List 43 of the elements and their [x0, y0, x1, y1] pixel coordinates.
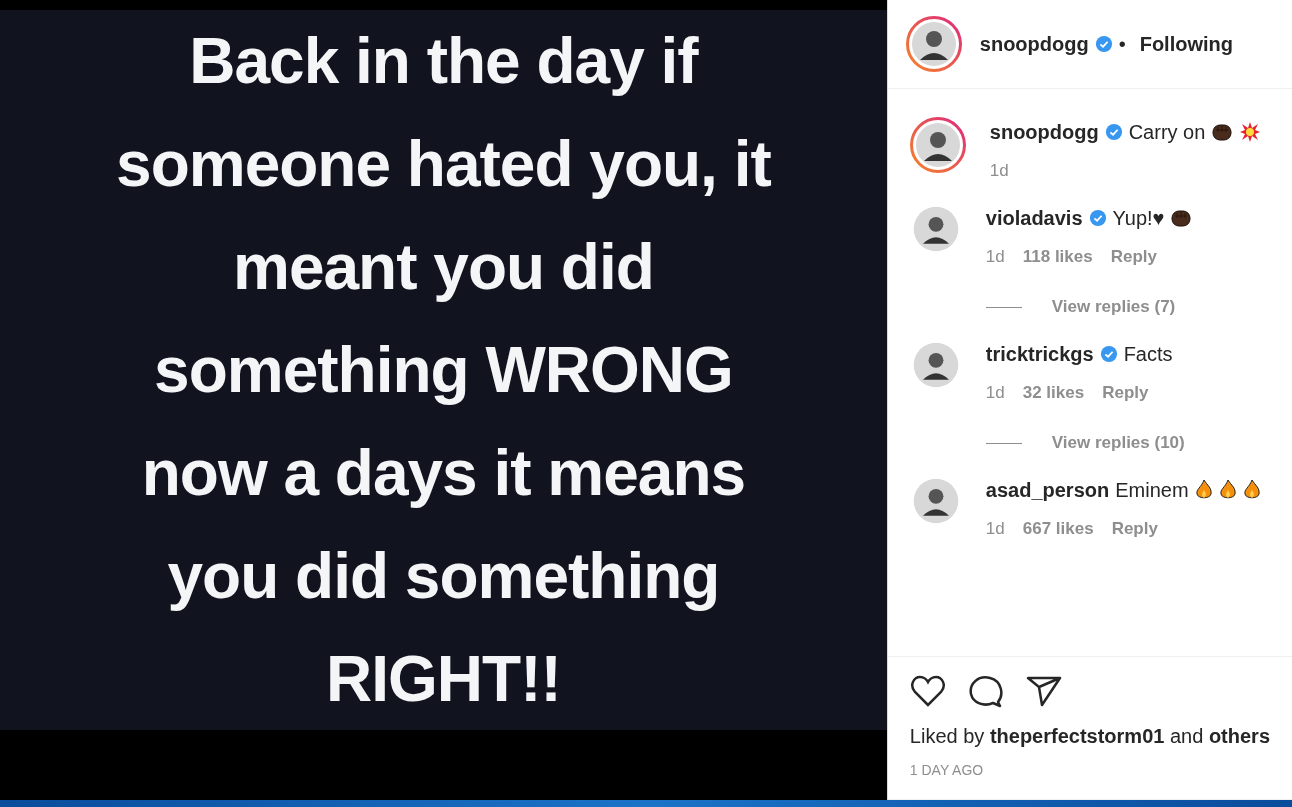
- like-count[interactable]: 32 likes: [1022, 383, 1085, 403]
- like-count[interactable]: 667 likes: [1022, 519, 1094, 539]
- comment-text: Yup!♥: [1112, 206, 1165, 230]
- following-button[interactable]: Following: [1139, 32, 1233, 56]
- explosion-icon: [1239, 121, 1262, 143]
- username[interactable]: tricktrickgs: [985, 342, 1094, 366]
- fire-icon: [1242, 479, 1261, 501]
- username[interactable]: snoopdogg: [989, 120, 1099, 144]
- heart-icon[interactable]: [909, 675, 946, 707]
- view-replies-button[interactable]: View replies (10): [1051, 433, 1185, 453]
- like-count[interactable]: 118 likes: [1022, 247, 1093, 267]
- fist-icon: [1211, 122, 1234, 142]
- liked-by-text: Liked by theperfectstorm01 and others: [909, 725, 1270, 748]
- post-timestamp: 1 DAY AGO: [909, 762, 985, 778]
- username[interactable]: snoopdogg: [979, 32, 1089, 56]
- view-replies-button[interactable]: View replies (7): [1051, 297, 1176, 317]
- fire-icon: [1218, 479, 1237, 501]
- comment-time: 1d: [985, 383, 1005, 403]
- post-image-text: you did something: [167, 538, 720, 614]
- post-image-text: RIGHT!!: [326, 641, 561, 717]
- fire-icon: [1194, 479, 1213, 501]
- post-image-text: meant you did: [233, 229, 654, 305]
- post-image-text: Back in the day if: [189, 23, 698, 99]
- reply-button[interactable]: Reply: [1111, 519, 1158, 539]
- reply-button[interactable]: Reply: [1102, 383, 1149, 403]
- fist-icon: [1170, 208, 1193, 228]
- separator-dot: •: [1118, 32, 1126, 56]
- reply-button[interactable]: Reply: [1110, 247, 1157, 267]
- comment-time: 1d: [985, 519, 1005, 539]
- username[interactable]: violadavis: [985, 206, 1083, 230]
- avatar[interactable]: [909, 117, 966, 173]
- comment-text: Eminem: [1115, 478, 1189, 502]
- avatar[interactable]: [905, 16, 962, 72]
- comment-text: Carry on: [1128, 120, 1206, 144]
- comment-icon[interactable]: [967, 675, 1004, 709]
- username[interactable]: asad_person: [985, 478, 1110, 502]
- comment-text: Facts: [1123, 342, 1173, 366]
- post-image-text: something WRONG: [154, 332, 733, 408]
- post-image-text: now a days it means: [141, 435, 746, 511]
- post-image-text: someone hated you, it: [116, 126, 771, 202]
- send-icon[interactable]: [1025, 675, 1062, 707]
- comment-time: 1d: [985, 247, 1005, 267]
- comment-time: 1d: [989, 161, 1009, 181]
